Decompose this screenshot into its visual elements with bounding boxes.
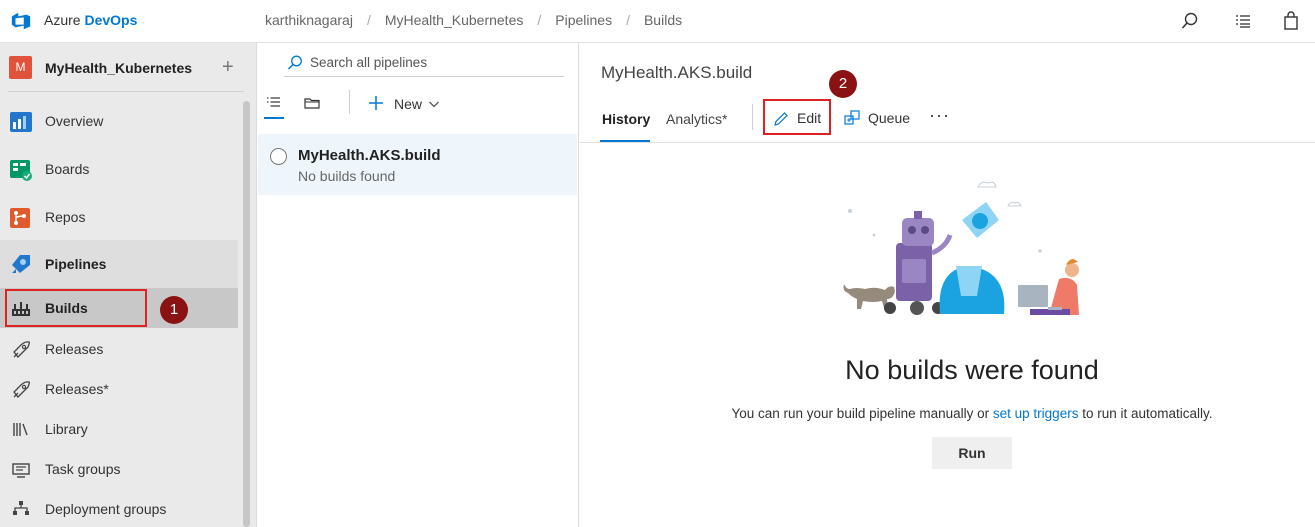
azure-devops-logo-icon[interactable] (10, 10, 32, 32)
callout-highlight-builds (5, 289, 147, 327)
breadcrumb-separator: / (626, 12, 630, 28)
status-circle-icon (270, 148, 287, 165)
search-pipelines-input[interactable]: Search all pipelines (284, 47, 564, 77)
tabs-divider (752, 104, 753, 130)
empty-state-illustration (843, 181, 1079, 315)
breadcrumb-separator: / (537, 12, 542, 28)
more-actions-icon[interactable]: ··· (929, 105, 950, 126)
tab-history[interactable]: History (602, 111, 650, 127)
sidebar-item-repos[interactable]: Repos (0, 197, 238, 237)
pipelines-list-panel: Search all pipelines New MyHealth.AKS.bu… (258, 43, 579, 527)
breadcrumb-separator: / (366, 12, 371, 28)
project-name[interactable]: MyHealth_Kubernetes (45, 60, 192, 76)
sidebar-item-releases[interactable]: Releases (0, 329, 238, 369)
brand-suffix: DevOps (84, 12, 138, 28)
sidebar-item-label: Boards (45, 161, 90, 177)
sidebar-item-releases-preview[interactable]: Releases* (0, 369, 238, 409)
breadcrumb-builds[interactable]: Builds (644, 12, 682, 28)
sidebar-item-pipelines[interactable]: Pipelines (0, 240, 238, 288)
queue-label: Queue (868, 110, 911, 126)
pipeline-list-item[interactable]: MyHealth.AKS.build No builds found (258, 134, 577, 195)
library-icon (13, 423, 28, 436)
pipeline-title: MyHealth.AKS.build (601, 63, 753, 82)
boards-icon (10, 160, 32, 181)
sidebar-item-label: Deployment groups (45, 501, 167, 517)
sidebar-item-task-groups[interactable]: Task groups (0, 449, 238, 489)
pipelines-icon (12, 255, 30, 273)
project-header[interactable]: M MyHealth_Kubernetes + (0, 43, 250, 91)
breadcrumb-pipelines[interactable]: Pipelines (555, 12, 612, 28)
sidebar-item-deployment-groups[interactable]: Deployment groups (0, 489, 238, 527)
chevron-down-icon (429, 101, 439, 108)
list-icon[interactable] (1231, 9, 1255, 33)
sidebar-item-label: Library (45, 421, 88, 437)
divider (8, 91, 244, 92)
folder-view-icon[interactable] (302, 93, 322, 113)
repos-icon (10, 208, 30, 228)
breadcrumb-project[interactable]: MyHealth_Kubernetes (385, 12, 524, 28)
shopping-bag-icon[interactable] (1279, 9, 1303, 33)
brand-prefix: Azure (44, 12, 81, 28)
empty-state-description: You can run your build pipeline manually… (580, 406, 1315, 421)
search-icon[interactable] (1178, 9, 1202, 33)
deployment-groups-icon (13, 501, 29, 515)
queue-icon (844, 110, 860, 125)
active-tab-indicator (600, 140, 650, 142)
pipeline-name[interactable]: MyHealth.AKS.build (298, 147, 441, 164)
set-up-triggers-link[interactable]: set up triggers (993, 406, 1079, 421)
task-groups-icon (12, 463, 30, 478)
pipelines-toolbar: New (258, 87, 578, 121)
brand-name[interactable]: Azure DevOps (44, 12, 137, 28)
sidebar: M MyHealth_Kubernetes + Overview Boards … (0, 43, 257, 527)
pipeline-detail-panel: MyHealth.AKS.build History Analytics* Ed… (580, 43, 1315, 527)
sidebar-scrollbar[interactable] (243, 101, 250, 527)
detail-tabs: History Analytics* Edit Queue ··· (580, 103, 1315, 143)
list-view-icon[interactable] (264, 93, 284, 113)
active-view-indicator (264, 117, 284, 119)
rocket-icon (13, 341, 30, 358)
top-bar: Azure DevOps karthiknagaraj / MyHealth_Kub… (0, 0, 1315, 43)
sidebar-item-label: Overview (45, 113, 104, 129)
pipeline-status: No builds found (298, 168, 396, 184)
sidebar-item-label: Releases (45, 341, 104, 357)
search-placeholder: Search all pipelines (310, 55, 428, 70)
toolbar-divider (349, 90, 350, 114)
sidebar-item-label: Repos (45, 209, 86, 225)
empty-desc-before: You can run your build pipeline manually… (731, 406, 993, 421)
callout-badge-1: 1 (160, 296, 188, 324)
callout-highlight-edit (763, 99, 831, 135)
sidebar-item-label: Pipelines (45, 256, 107, 272)
sidebar-item-label: Task groups (45, 461, 121, 477)
sidebar-item-library[interactable]: Library (0, 409, 238, 449)
sidebar-item-label: Releases* (45, 381, 109, 397)
rocket-icon (13, 381, 30, 398)
breadcrumb-org[interactable]: karthiknagaraj (265, 12, 353, 28)
empty-desc-after: to run it automatically. (1078, 406, 1213, 421)
overview-icon (10, 112, 32, 132)
run-button[interactable]: Run (932, 437, 1012, 469)
breadcrumb: karthiknagaraj / MyHealth_Kubernetes / Pipel… (265, 12, 682, 28)
add-icon[interactable]: + (222, 57, 234, 77)
project-avatar: M (9, 56, 32, 79)
tab-analytics[interactable]: Analytics* (666, 111, 727, 127)
empty-state-title: No builds were found (845, 355, 1099, 385)
sidebar-item-overview[interactable]: Overview (0, 101, 238, 141)
callout-badge-2: 2 (829, 70, 857, 98)
new-label: New (394, 96, 423, 112)
plus-icon (369, 96, 383, 110)
sidebar-item-boards[interactable]: Boards (0, 149, 238, 189)
search-icon (287, 55, 302, 70)
